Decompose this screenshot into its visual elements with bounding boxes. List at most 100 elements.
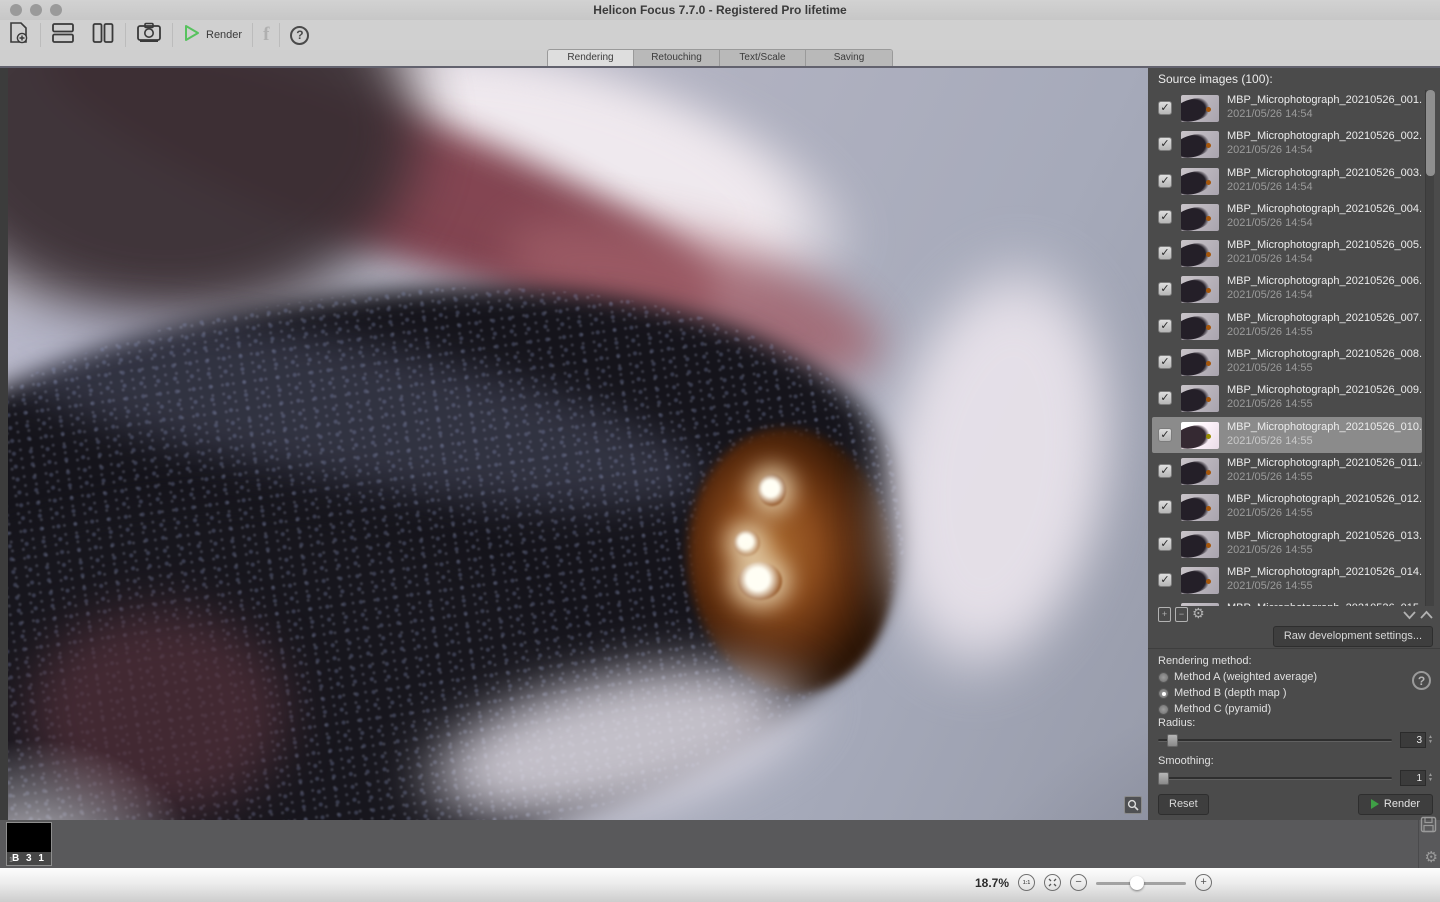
chevron-down-button[interactable] [1402,608,1417,622]
reset-button[interactable]: Reset [1158,794,1209,815]
source-image-row[interactable]: ✓ MBP_Microphotograph_20210526_009.cr3 2… [1152,380,1422,416]
checkbox-checked[interactable]: ✓ [1158,537,1172,551]
radius-slider-handle[interactable] [1167,734,1178,747]
checkbox-checked[interactable]: ✓ [1158,500,1172,514]
checkbox-checked[interactable]: ✓ [1158,319,1172,333]
tab[interactable]: Retouching [634,50,720,66]
smoothing-slider-handle[interactable] [1158,772,1169,785]
status-bar: 18.7% 1:1 − + [0,868,1440,902]
tab[interactable]: Text/Scale [720,50,806,66]
radio-icon[interactable] [1158,704,1169,715]
image-date: 2021/05/26 14:55 [1227,325,1422,339]
slider-groove [1158,777,1392,780]
zoom-fit-button[interactable] [1044,874,1061,891]
smoothing-stepper[interactable]: ▲ ▼ [1428,773,1433,783]
split-vertical-icon [91,22,115,49]
radius-value-input[interactable] [1400,732,1426,748]
radius-stepper[interactable]: ▲ ▼ [1428,735,1433,745]
source-image-row[interactable]: ✓ MBP_Microphotograph_20210526_015.cr3 2… [1152,598,1422,606]
photo-shape [8,655,350,820]
render-toolbar-label: Render [206,29,242,41]
checkbox-checked[interactable]: ✓ [1158,355,1172,369]
checkbox-checked[interactable]: ✓ [1158,282,1172,296]
image-date: 2021/05/26 14:55 [1227,579,1422,593]
image-filename: MBP_Microphotograph_20210526_013.cr3 [1227,529,1422,543]
radio-icon[interactable] [1158,672,1169,683]
add-file-button[interactable]: + [1158,607,1171,622]
source-image-row[interactable]: ✓ MBP_Microphotograph_20210526_010.cr3 2… [1152,417,1422,453]
toolbar-separator [172,23,173,47]
camera-button[interactable] [128,21,170,49]
photo-canvas[interactable] [8,68,1148,820]
radius-slider[interactable] [1158,732,1392,748]
filmstrip-settings-button[interactable]: ⚙ [1425,848,1438,866]
raw-development-settings-button[interactable]: Raw development settings... [1273,626,1433,647]
add-images-icon [8,21,30,50]
tab[interactable]: Rendering [548,50,634,66]
toolbar-separator [125,23,126,47]
image-date: 2021/05/26 14:55 [1227,397,1422,411]
source-image-row[interactable]: ✓ MBP_Microphotograph_20210526_007.cr3 2… [1152,308,1422,344]
source-image-row[interactable]: ✓ MBP_Microphotograph_20210526_008.cr3 2… [1152,344,1422,380]
stepper-down-icon[interactable]: ▼ [1428,778,1433,783]
image-filename: MBP_Microphotograph_20210526_009.cr3 [1227,383,1422,397]
result-thumbnail[interactable]: B 3 1 1° [6,822,52,866]
file-settings-button[interactable]: ⚙ [1192,607,1205,622]
source-image-row[interactable]: ✓ MBP_Microphotograph_20210526_004.cr3 2… [1152,199,1422,235]
checkbox-checked[interactable]: ✓ [1158,391,1172,405]
source-image-row[interactable]: ✓ MBP_Microphotograph_20210526_006.cr3 2… [1152,271,1422,307]
checkbox-checked[interactable]: ✓ [1158,101,1172,115]
facebook-button[interactable]: f [255,21,277,49]
source-image-row[interactable]: ✓ MBP_Microphotograph_20210526_011.cr3 2… [1152,453,1422,489]
zoom-slider-knob[interactable] [1130,876,1144,890]
zoom-actual-size-button[interactable]: 1:1 [1018,874,1035,891]
checkbox-checked[interactable]: ✓ [1158,246,1172,260]
radio-icon[interactable] [1158,688,1169,699]
image-date: 2021/05/26 14:54 [1227,288,1422,302]
checkbox-checked[interactable]: ✓ [1158,428,1172,442]
smoothing-value-input[interactable] [1400,770,1426,786]
source-image-row[interactable]: ✓ MBP_Microphotograph_20210526_003.cr3 2… [1152,163,1422,199]
source-image-list: ✓ MBP_Microphotograph_20210526_001.cr3 2… [1152,90,1422,606]
add-images-button[interactable] [0,21,38,49]
zoom-slider[interactable] [1096,875,1186,891]
source-image-row[interactable]: ✓ MBP_Microphotograph_20210526_012.cr3 2… [1152,489,1422,525]
split-vertical-button[interactable] [83,21,123,49]
tab[interactable]: Saving [806,50,892,66]
method-radio-option[interactable]: Method B (depth map ) [1158,685,1317,701]
stepper-down-icon[interactable]: ▼ [1428,740,1433,745]
render-button[interactable]: Render [1358,794,1433,815]
checkbox-checked[interactable]: ✓ [1158,210,1172,224]
method-radio-option[interactable]: Method C (pyramid) [1158,701,1317,717]
checkbox-checked[interactable]: ✓ [1158,573,1172,587]
toolbar-separator [252,23,253,47]
checkbox-checked[interactable]: ✓ [1158,137,1172,151]
list-scrollbar-thumb[interactable] [1426,90,1435,176]
source-image-row[interactable]: ✓ MBP_Microphotograph_20210526_002.cr3 2… [1152,126,1422,162]
rendering-method-label: Rendering method: [1158,655,1252,667]
method-radio-option[interactable]: Method A (weighted average) [1158,669,1317,685]
zoom-in-button[interactable]: + [1195,874,1212,891]
source-image-row[interactable]: ✓ MBP_Microphotograph_20210526_005.cr3 2… [1152,235,1422,271]
render-toolbar-button[interactable]: Render [175,21,250,49]
zoom-out-button[interactable]: − [1070,874,1087,891]
smoothing-slider[interactable] [1158,770,1392,786]
magnifier-button[interactable] [1124,796,1142,814]
photo-shape [635,482,1148,820]
source-image-row[interactable]: ✓ MBP_Microphotograph_20210526_013.cr3 2… [1152,526,1422,562]
remove-file-button[interactable]: − [1175,607,1188,622]
slider-groove [1158,739,1392,742]
save-button[interactable] [1420,816,1437,838]
checkbox-checked[interactable]: ✓ [1158,464,1172,478]
checkbox-checked[interactable]: ✓ [1158,174,1172,188]
source-image-row[interactable]: ✓ MBP_Microphotograph_20210526_001.cr3 2… [1152,90,1422,126]
chevron-up-button[interactable] [1419,608,1434,622]
result-thumbnail-mark: 1° [9,857,16,864]
method-help-icon[interactable]: ? [1412,671,1431,690]
list-scrollbar-track[interactable] [1425,90,1434,606]
help-button[interactable]: ? [282,21,317,49]
image-thumbnail [1181,95,1219,122]
split-horizontal-button[interactable] [43,21,83,49]
radius-label: Radius: [1158,717,1195,729]
source-image-row[interactable]: ✓ MBP_Microphotograph_20210526_014.cr3 2… [1152,562,1422,598]
